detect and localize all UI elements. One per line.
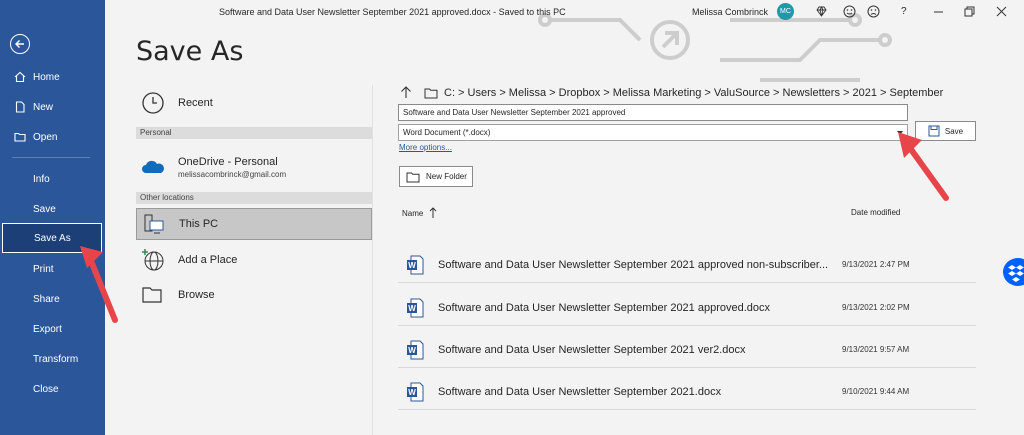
file-type-select[interactable]: Word Document (*.docx) xyxy=(398,124,908,141)
pane-divider xyxy=(372,85,373,435)
file-date: 9/13/2021 9:57 AM xyxy=(842,345,910,354)
onedrive-cloud-icon xyxy=(142,160,164,173)
onedrive-email: melissacombrinck@gmail.com xyxy=(178,169,287,179)
file-date: 9/13/2021 2:02 PM xyxy=(842,303,910,312)
close-icon[interactable] xyxy=(995,5,1008,18)
nav-save-as-label: Save As xyxy=(34,232,71,244)
location-recent-label: Recent xyxy=(178,97,213,109)
help-icon[interactable]: ? xyxy=(901,6,907,17)
location-add-place[interactable]: Add a Place xyxy=(136,246,372,274)
nav-export[interactable]: Export xyxy=(0,314,105,344)
globe-add-icon xyxy=(142,249,164,271)
section-other-locations: Other locations xyxy=(136,192,372,204)
location-add-place-label: Add a Place xyxy=(178,254,238,266)
file-name: Software and Data User Newsletter Septem… xyxy=(438,258,829,271)
nav-share[interactable]: Share xyxy=(0,284,105,314)
up-arrow-icon[interactable] xyxy=(400,86,412,99)
home-icon xyxy=(14,71,26,83)
file-row[interactable]: W Software and Data User Newsletter Septe… xyxy=(398,247,976,283)
title-bar: Software and Data User Newsletter Septem… xyxy=(105,0,1024,24)
minimize-icon[interactable] xyxy=(932,5,945,18)
nav-divider xyxy=(12,157,90,158)
word-document-icon: W xyxy=(407,382,424,401)
frown-icon[interactable] xyxy=(867,5,880,18)
nav-save-as[interactable]: Save As xyxy=(2,223,102,253)
location-browse[interactable]: Browse xyxy=(136,281,372,309)
location-onedrive[interactable]: OneDrive - Personal melissacombrinck@gma… xyxy=(136,150,372,184)
nav-print[interactable]: Print xyxy=(0,254,105,284)
clock-icon xyxy=(142,92,164,114)
save-button[interactable]: Save xyxy=(915,121,976,141)
sort-up-icon xyxy=(429,207,437,218)
svg-text:W: W xyxy=(408,304,416,313)
avatar[interactable]: MC xyxy=(777,3,794,20)
breadcrumb-path[interactable]: C: > Users > Melissa > Dropbox > Melissa… xyxy=(444,87,943,99)
filename-input[interactable]: Software and Data User Newsletter Septem… xyxy=(398,104,908,121)
new-folder-button[interactable]: New Folder xyxy=(399,166,473,187)
back-arrow-icon[interactable] xyxy=(10,34,30,54)
file-date: 9/13/2021 2:47 PM xyxy=(842,260,910,269)
nav-save-label: Save xyxy=(33,203,56,215)
chevron-down-icon xyxy=(897,131,903,135)
nav-home-label: Home xyxy=(33,71,60,83)
column-header-name[interactable]: Name xyxy=(402,207,437,219)
browse-folder-icon xyxy=(142,287,162,303)
location-this-pc-label: This PC xyxy=(179,218,219,230)
document-title: Software and Data User Newsletter Septem… xyxy=(219,7,566,17)
file-name: Software and Data User Newsletter Septem… xyxy=(438,385,722,398)
word-document-icon: W xyxy=(407,255,424,274)
file-type-value: Word Document (*.docx) xyxy=(403,128,491,137)
nav-transform[interactable]: Transform xyxy=(0,344,105,374)
column-header-date[interactable]: Date modified xyxy=(851,208,900,217)
onedrive-name: OneDrive - Personal xyxy=(178,155,278,168)
file-date: 9/10/2021 9:44 AM xyxy=(842,387,910,396)
breadcrumb: C: > Users > Melissa > Dropbox > Melissa… xyxy=(400,86,943,99)
column-name-label: Name xyxy=(402,208,424,218)
nav-close-label: Close xyxy=(33,383,59,395)
nav-info[interactable]: Info xyxy=(0,164,105,194)
nav-export-label: Export xyxy=(33,323,62,335)
new-document-icon xyxy=(15,101,25,113)
nav-share-label: Share xyxy=(33,293,60,305)
diamond-icon[interactable] xyxy=(815,5,828,18)
nav-open[interactable]: Open xyxy=(0,122,105,152)
save-button-label: Save xyxy=(944,126,964,136)
location-this-pc[interactable]: This PC xyxy=(136,208,372,240)
word-document-icon: W xyxy=(407,340,424,359)
computer-icon xyxy=(144,214,164,234)
nav-home[interactable]: Home xyxy=(0,62,105,92)
nav-info-label: Info xyxy=(33,173,50,185)
page-title: Save As xyxy=(136,36,244,67)
new-folder-icon xyxy=(406,172,420,182)
svg-text:W: W xyxy=(408,261,416,270)
folder-icon xyxy=(424,88,438,98)
save-icon xyxy=(928,125,940,137)
new-folder-label: New Folder xyxy=(426,172,467,181)
nav-open-label: Open xyxy=(33,131,58,143)
nav-new-label: New xyxy=(33,101,54,113)
svg-text:W: W xyxy=(408,346,416,355)
location-browse-label: Browse xyxy=(178,289,215,301)
dropbox-icon[interactable] xyxy=(1003,258,1024,286)
file-row[interactable]: W Software and Data User Newsletter Septe… xyxy=(398,332,976,368)
svg-text:W: W xyxy=(408,388,416,397)
location-recent[interactable]: Recent xyxy=(136,88,372,118)
smile-icon[interactable] xyxy=(843,5,856,18)
file-name: Software and Data User Newsletter Septem… xyxy=(438,301,771,314)
word-document-icon: W xyxy=(407,298,424,317)
section-personal: Personal xyxy=(136,127,372,139)
file-row[interactable]: W Software and Data User Newsletter Septe… xyxy=(398,374,976,410)
open-folder-icon xyxy=(14,132,26,142)
nav-new[interactable]: New xyxy=(0,92,105,122)
more-options-link[interactable]: More options... xyxy=(399,143,452,152)
nav-transform-label: Transform xyxy=(33,353,79,365)
file-name: Software and Data User Newsletter Septem… xyxy=(438,343,746,356)
nav-close[interactable]: Close xyxy=(0,374,105,404)
file-row[interactable]: W Software and Data User Newsletter Septe… xyxy=(398,290,976,326)
nav-save[interactable]: Save xyxy=(0,194,105,224)
backstage-nav: Home New Open Info Save Save As Print Sh… xyxy=(0,0,105,435)
user-name[interactable]: Melissa Combrinck xyxy=(692,7,768,17)
restore-icon[interactable] xyxy=(963,5,976,18)
nav-print-label: Print xyxy=(33,263,54,275)
